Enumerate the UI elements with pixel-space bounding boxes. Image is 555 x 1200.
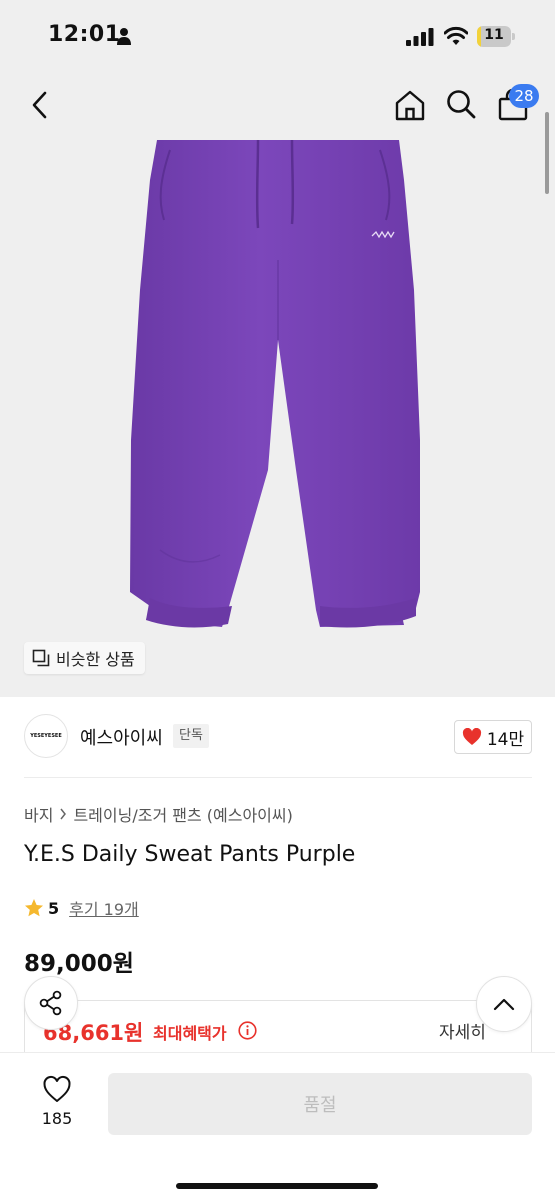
chevron-up-icon	[493, 998, 515, 1011]
product-image[interactable]: 비슷한 상품	[0, 140, 555, 697]
scrollbar[interactable]	[545, 112, 549, 194]
brand-row: YESEYESEE 예스아이씨 단독 14만	[24, 712, 532, 764]
battery-level: 11	[484, 27, 504, 43]
product-price: 89,000원	[24, 951, 134, 977]
battery-icon: 11	[477, 26, 515, 47]
home-icon[interactable]	[393, 88, 427, 122]
divider	[24, 777, 532, 778]
share-button[interactable]	[24, 976, 78, 1030]
brand-name[interactable]: 예스아이씨	[80, 724, 163, 750]
pants-body	[130, 140, 420, 627]
status-time: 12:01	[48, 22, 121, 47]
brand-logo[interactable]: YESEYESEE	[24, 714, 68, 758]
share-icon	[39, 990, 62, 1016]
breadcrumb-subcategory[interactable]: 트레이닝/조거 팬츠 (예스아이씨)	[73, 802, 292, 826]
person-icon	[117, 28, 131, 45]
copy-icon	[32, 649, 50, 667]
heart-outline-icon[interactable]	[42, 1075, 72, 1103]
star-icon	[25, 899, 43, 917]
benefit-detail-link[interactable]: 자세히	[439, 1018, 486, 1043]
similar-products-label: 비슷한 상품	[56, 650, 135, 669]
brand-like-count: 14만	[486, 729, 525, 750]
rating-row: 5 후기 19개	[24, 896, 139, 920]
status-bar: 12:01 11	[0, 0, 555, 70]
wifi-icon	[444, 26, 468, 45]
cart-count-badge: 28	[509, 84, 539, 108]
wish-count: 185	[41, 1109, 73, 1128]
home-indicator	[176, 1183, 378, 1189]
breadcrumb-category[interactable]: 바지	[24, 802, 53, 826]
search-icon[interactable]	[445, 88, 477, 120]
product-photo-pants	[130, 140, 420, 628]
product-title: Y.E.S Daily Sweat Pants Purple	[24, 842, 356, 867]
heart-filled-icon	[462, 728, 481, 745]
review-count-link[interactable]: 후기 19개	[69, 896, 139, 920]
breadcrumb: 바지 트레이닝/조거 팬츠 (예스아이씨)	[24, 802, 293, 826]
rating-value: 5	[48, 898, 60, 918]
sold-out-button[interactable]: 품절	[108, 1073, 532, 1135]
max-benefit-label: 최대혜택가	[153, 1024, 227, 1043]
brand-like-button[interactable]: 14만	[454, 720, 532, 754]
chevron-right-icon	[60, 808, 67, 820]
brand-logo-text: YESEYESEE	[30, 733, 62, 739]
similar-products-button[interactable]: 비슷한 상품	[24, 642, 145, 674]
scroll-to-top-button[interactable]	[476, 976, 532, 1032]
bottom-action-bar: 185 품절	[0, 1052, 555, 1200]
signal-icon	[406, 28, 434, 46]
top-nav-bar: 28	[0, 70, 555, 140]
back-icon[interactable]	[28, 90, 52, 120]
info-icon[interactable]	[238, 1021, 257, 1040]
exclusive-badge: 단독	[173, 724, 209, 748]
